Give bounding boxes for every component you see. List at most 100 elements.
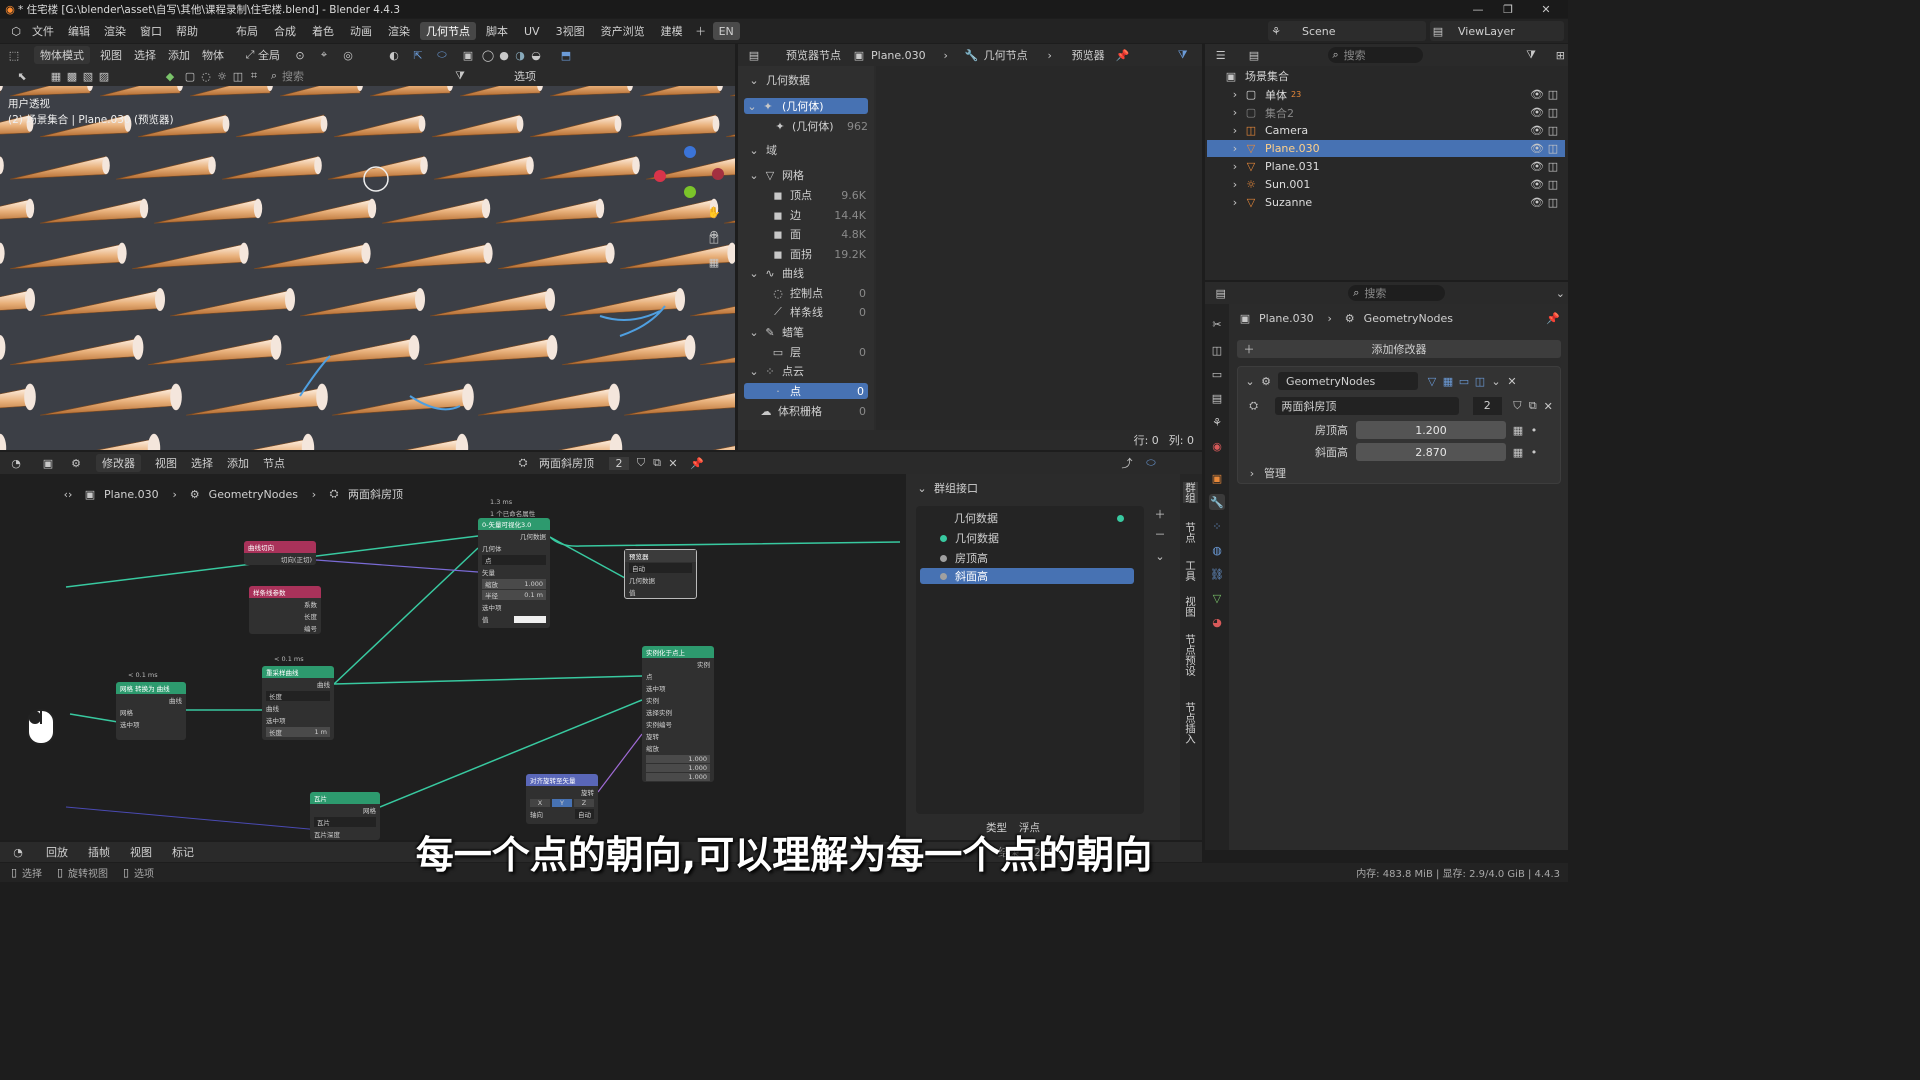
tree-face[interactable]: ◼ 面 4.8K [770, 226, 866, 242]
group-interface-header[interactable]: ⌄ 群组接口 [914, 480, 978, 496]
align-pivot-row[interactable]: 轴向 自动 [526, 808, 598, 820]
chevron-right-icon[interactable]: › [1227, 105, 1243, 121]
material-tab-icon[interactable]: ◕ [1209, 614, 1225, 630]
tab-3view[interactable]: 3视图 [550, 22, 591, 40]
camera-view-icon[interactable]: ◫ [706, 230, 722, 246]
maximize-icon[interactable]: ❐ [1500, 1, 1516, 17]
view-layer-tab-icon[interactable]: ▤ [1209, 390, 1225, 406]
data-tab-icon[interactable]: ▽ [1209, 590, 1225, 606]
node-instance-on-points[interactable]: 实例化于点上 实例 点 选中项 实例 选择实例 实例编号 旋转 缩放 1.000… [642, 646, 714, 782]
visibility-eye-icon[interactable]: 👁 [1529, 195, 1545, 211]
timeline-menu-marker[interactable]: 标记 [172, 844, 194, 860]
physics-tab-icon[interactable]: ◍ [1209, 542, 1225, 558]
vector-viz-scale-field[interactable]: 缩放 1.000 [482, 579, 546, 589]
tree-curve[interactable]: ⌄ ∿ 曲线 [746, 265, 870, 281]
node-spline-parameter[interactable]: 样条线参数 系数 长度 编号 [249, 586, 321, 634]
object-tab-icon[interactable]: ▣ [1209, 470, 1225, 486]
vector-viz-domain-dropdown[interactable]: 点 [482, 555, 546, 565]
select-extend-icon[interactable]: ▩ [64, 68, 80, 84]
ortho-toggle-icon[interactable]: ▦ [706, 254, 722, 270]
gizmo-neg-x-icon[interactable] [712, 168, 724, 180]
menu-help[interactable]: 帮助 [176, 23, 198, 39]
manage-subpanel[interactable]: › 管理 [1244, 465, 1286, 481]
output-tab-icon[interactable]: ▭ [1209, 366, 1225, 382]
menu-render[interactable]: 渲染 [104, 23, 126, 39]
resample-mode-dropdown[interactable]: 长度 [266, 691, 330, 701]
outliner-editor-icon[interactable]: ☰ [1213, 47, 1228, 63]
add-modifier-button[interactable]: ＋ 添加修改器 [1237, 340, 1561, 358]
outliner-item[interactable]: › ▽ Plane.030 👁 ◫ [1207, 140, 1565, 157]
outliner-item[interactable]: › ☼ Sun.001 👁 ◫ [1207, 176, 1565, 193]
snap-icon[interactable]: ⌖ [316, 47, 332, 63]
proportional-edit-icon[interactable]: ◎ [340, 47, 356, 63]
geometry-child-item[interactable]: ✦ (几何体) 962 [772, 118, 868, 134]
visibility-eye-icon[interactable]: 👁 [1529, 141, 1545, 157]
node-tree-icon[interactable]: ⛭ [1246, 398, 1261, 414]
curve-filter-icon[interactable]: ◌ [198, 68, 214, 84]
modifier-menu-icon[interactable]: ⌄ [1488, 373, 1504, 389]
sidebar-tab-group[interactable]: 群组 [1183, 482, 1198, 503]
chevron-right-icon[interactable]: › [1227, 123, 1243, 139]
node-group-users[interactable]: 2 [1472, 397, 1502, 415]
menu-file[interactable]: 文件 [32, 23, 54, 39]
node-resample-curve[interactable]: < 0.1 ms 重采样曲线 曲线 长度 曲线 选中项 长度 1 m [262, 655, 334, 740]
xray-icon[interactable]: ▣ [460, 47, 476, 63]
gizmo-z-icon[interactable] [684, 146, 696, 158]
interface-input-roof-height[interactable]: 房顶高 [940, 550, 1130, 566]
outliner-root[interactable]: ▣ 场景集合 [1223, 68, 1289, 84]
modifier-name-field[interactable]: GeometryNodes [1278, 372, 1418, 390]
param-roof-height-field[interactable]: 1.200 [1356, 421, 1506, 439]
render-camera-icon[interactable]: ◫ [1545, 123, 1561, 139]
display-mode-icon[interactable]: ▤ [1246, 47, 1261, 63]
overlay-icon[interactable]: ⬭ [434, 47, 450, 63]
node-group-field[interactable]: 两面斜房顶 [1275, 397, 1459, 415]
viewer-mode-dropdown[interactable]: 自动 [629, 563, 692, 573]
gizmo-y-icon[interactable] [684, 186, 696, 198]
tree-mesh[interactable]: ⌄ ▽ 网格 [746, 167, 870, 183]
cage-icon[interactable]: ▦ [1440, 373, 1456, 389]
node-curve-tangent[interactable]: 曲线切向 切向(正切) [244, 541, 316, 565]
tab-rendering[interactable]: 渲染 [382, 22, 416, 40]
node-viewer[interactable]: 预览器 自动 几何数据 值 [624, 549, 697, 599]
node-editor[interactable]: ◔ ▣ ⚙ 修改器 视图 选择 添加 节点 ⛭ 两面斜房顶 2 ⛉ ⧉ ✕ 📌 … [0, 452, 1202, 840]
overlay-icon[interactable]: ⬭ [1143, 455, 1159, 471]
gizmo-icon[interactable]: ⇱ [410, 47, 426, 63]
keyframe-dot-icon[interactable]: • [1526, 422, 1542, 438]
solid-shading-icon[interactable]: ● [496, 47, 512, 63]
attribute-toggle-icon[interactable]: ▦ [1510, 444, 1526, 460]
socket-menu-icon[interactable]: ⌄ [1152, 548, 1168, 564]
chevron-right-icon[interactable]: › [1227, 159, 1243, 175]
node-mesh-to-curve[interactable]: < 0.1 ms 网格 转换为 曲线 曲线 网格 选中项 [116, 671, 186, 740]
blender-menu-icon[interactable]: ⬡ [8, 23, 24, 39]
duplicate-icon[interactable]: ⧉ [1525, 398, 1540, 414]
tree-vertex[interactable]: ◼ 顶点 9.6K [770, 187, 866, 203]
filter-icon[interactable]: ⧩ [452, 68, 468, 84]
remove-modifier-icon[interactable]: ✕ [1504, 373, 1520, 389]
iop-scale-z[interactable]: 1.000 [646, 773, 710, 781]
tab-animation[interactable]: 动画 [344, 22, 378, 40]
viewlayer-selector[interactable]: ▤ ViewLayer [1430, 21, 1564, 41]
tool-tab-icon[interactable]: ✂ [1209, 316, 1225, 332]
tree-spline[interactable]: ⟋ 样条线 0 [770, 304, 866, 320]
timeline-menu-keying[interactable]: 插帧 [88, 844, 110, 860]
interface-output-geometry[interactable]: 几何数据 [954, 510, 1124, 526]
pivot-icon[interactable]: ⊙ [292, 47, 308, 63]
editor-toggle-icon[interactable]: ⬒ [558, 47, 574, 63]
tab-shading[interactable]: 着色 [306, 22, 340, 40]
render-camera-icon[interactable]: ◫ [1545, 141, 1561, 157]
vector-viz-value-row[interactable]: 值 [478, 613, 550, 625]
tab-uv[interactable]: UV [518, 22, 546, 40]
timeline-menu-playback[interactable]: 回放 [46, 844, 68, 860]
outliner-search-input[interactable]: 搜索 [1344, 47, 1366, 63]
iop-scale-x[interactable]: 1.000 [646, 755, 710, 763]
spreadsheet-viewer[interactable]: 预览器 [1072, 47, 1105, 63]
tree-edge[interactable]: ◼ 边 14.4K [770, 207, 866, 223]
scene-tab-icon[interactable]: ⚘ [1209, 414, 1225, 430]
tab-layout[interactable]: 布局 [230, 22, 264, 40]
attribute-toggle-icon[interactable]: ▦ [1510, 422, 1526, 438]
spreadsheet-node-path[interactable]: 几何节点 [984, 47, 1028, 63]
interface-input-slope-height[interactable]: 斜面高 [920, 568, 1134, 584]
camera-filter-icon[interactable]: ◫ [230, 68, 246, 84]
tree-layer[interactable]: ▭ 层 0 [770, 344, 866, 360]
remove-socket-icon[interactable]: － [1152, 526, 1168, 542]
